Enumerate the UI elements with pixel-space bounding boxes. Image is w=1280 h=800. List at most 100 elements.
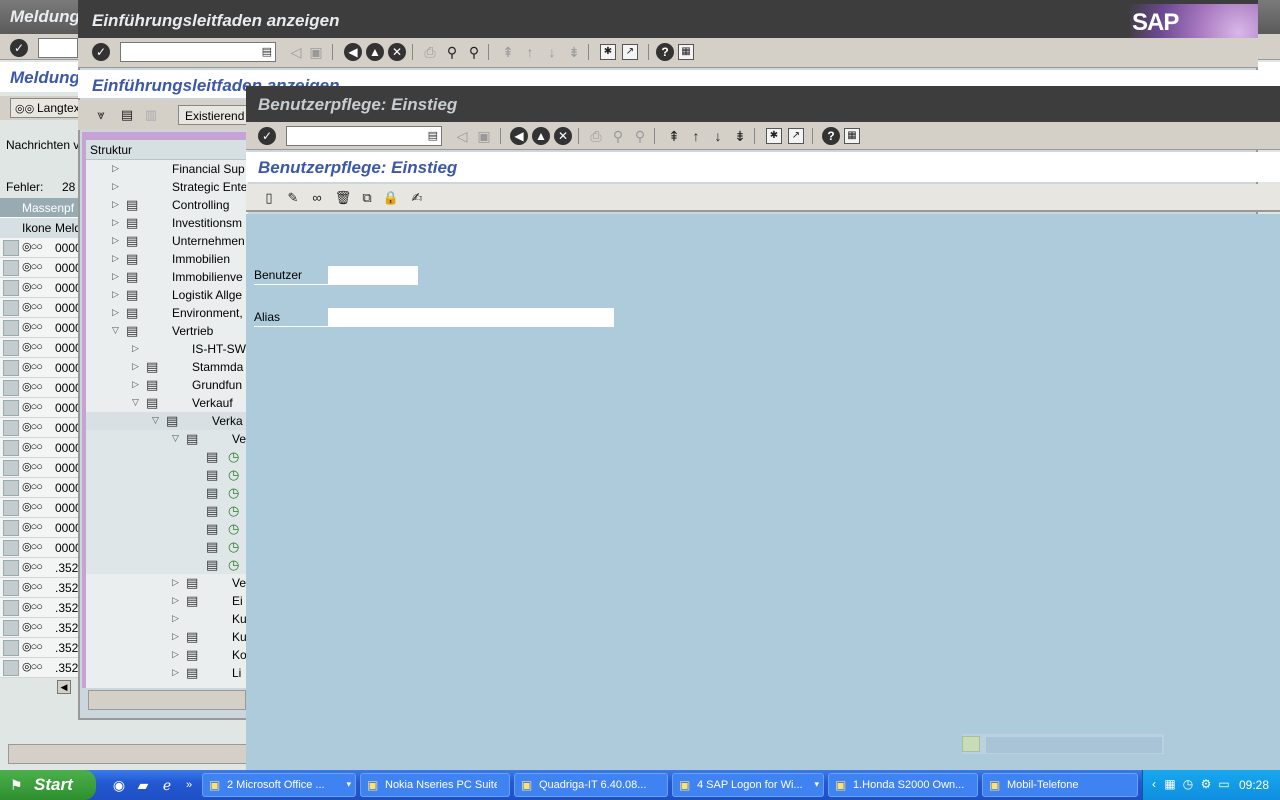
table-row[interactable]: ◎○○ .352: [0, 658, 80, 678]
shortcut-icon[interactable]: ↗: [622, 44, 638, 60]
help-icon[interactable]: ?: [822, 127, 840, 145]
document-icon[interactable]: ▤: [126, 269, 142, 285]
tree-node[interactable]: ▷ ▤ Controlling: [86, 196, 248, 214]
lock-icon[interactable]: 🔒: [382, 189, 400, 207]
collapsed-triangle-icon[interactable]: ▷: [112, 217, 119, 228]
taskbar-task[interactable]: ▣ Quadriga-IT 6.40.08...: [514, 773, 668, 797]
collapsed-triangle-icon[interactable]: ▷: [112, 181, 119, 192]
command-field[interactable]: ▤: [286, 126, 442, 146]
tree-node[interactable]: ▤ ◷: [86, 538, 248, 556]
find-next-icon[interactable]: ⚲: [464, 42, 484, 62]
row-selector[interactable]: [3, 380, 19, 396]
row-selector[interactable]: [3, 460, 19, 476]
expanded-triangle-icon[interactable]: ▽: [172, 433, 179, 444]
layout-menu-icon[interactable]: ▦: [678, 44, 694, 60]
taskbar-task[interactable]: ▣ 2 Microsoft Office ... ▾: [202, 773, 356, 797]
tree-node[interactable]: ▷ ▤ Ei: [86, 592, 248, 610]
back-icon[interactable]: ◀: [510, 127, 528, 145]
document-icon[interactable]: ▤: [186, 647, 202, 663]
last-page-icon[interactable]: ⇟: [730, 126, 750, 146]
document-icon[interactable]: ▤: [118, 106, 136, 124]
tree-node[interactable]: ▷ Ku: [86, 610, 248, 628]
command-field[interactable]: ▤: [120, 42, 276, 62]
collapsed-triangle-icon[interactable]: ▷: [132, 343, 139, 354]
exit-icon[interactable]: ▲: [532, 127, 550, 145]
document-icon[interactable]: ▤: [126, 305, 142, 321]
collapsed-triangle-icon[interactable]: ▷: [172, 649, 179, 660]
tree-node[interactable]: ▷ ▤ Ko: [86, 646, 248, 664]
tree-node[interactable]: ▷ ▤ Immobilienve: [86, 268, 248, 286]
clock-check-icon[interactable]: ◷: [228, 449, 239, 465]
tree-node[interactable]: ▷ ▤ Logistik Allge: [86, 286, 248, 304]
enter-icon[interactable]: ✓: [10, 39, 28, 57]
table-row[interactable]: ◎○○ .352: [0, 558, 80, 578]
table-row[interactable]: ◎○○ 0000: [0, 438, 82, 458]
dropdown-icon[interactable]: ▤: [428, 129, 438, 142]
tree-node[interactable]: ▷ ▤ Stammda: [86, 358, 248, 376]
table-row[interactable]: ◎○○ 0000: [0, 398, 82, 418]
document-icon[interactable]: ▤: [126, 233, 142, 249]
quicklaunch-browser-icon[interactable]: ℯ: [158, 776, 176, 794]
document-icon[interactable]: ▤: [206, 521, 222, 537]
row-selector[interactable]: [3, 300, 19, 316]
row-selector[interactable]: [3, 620, 19, 636]
create-icon[interactable]: ▯: [260, 189, 278, 207]
langtext-button[interactable]: ◎◎ Langtex: [10, 98, 87, 118]
copy-icon[interactable]: ⧉: [358, 189, 376, 207]
collapsed-triangle-icon[interactable]: ▷: [112, 199, 119, 210]
collapsed-triangle-icon[interactable]: ▷: [112, 289, 119, 300]
document-icon[interactable]: ▤: [206, 539, 222, 555]
taskbar-task[interactable]: ▣ Nokia Nseries PC Suite: [360, 773, 510, 797]
row-selector[interactable]: [3, 640, 19, 656]
row-selector[interactable]: [3, 320, 19, 336]
row-selector[interactable]: [3, 540, 19, 556]
cancel-icon[interactable]: ✕: [388, 43, 406, 61]
expanded-triangle-icon[interactable]: ▽: [132, 397, 139, 408]
table-row[interactable]: ◎○○ 0000: [0, 238, 82, 258]
clock-check-icon[interactable]: ◷: [228, 557, 239, 573]
row-selector[interactable]: [3, 520, 19, 536]
help-icon[interactable]: ?: [656, 43, 674, 61]
collapsed-triangle-icon[interactable]: ▷: [112, 235, 119, 246]
document-icon[interactable]: ▤: [186, 629, 202, 645]
row-selector[interactable]: [3, 660, 19, 676]
create-session-icon[interactable]: ✱: [600, 44, 616, 60]
back-icon[interactable]: ◀: [344, 43, 362, 61]
taskbar-task[interactable]: ▣ 4 SAP Logon for Wi... ▾: [672, 773, 824, 797]
tree-node[interactable]: ▽ ▤ Verkauf: [86, 394, 248, 412]
command-field[interactable]: [38, 38, 78, 58]
row-selector[interactable]: [3, 440, 19, 456]
cancel-icon[interactable]: ✕: [554, 127, 572, 145]
table-row[interactable]: ◎○○ 0000: [0, 338, 82, 358]
collapsed-triangle-icon[interactable]: ▷: [172, 613, 179, 624]
row-selector[interactable]: [3, 580, 19, 596]
table-row[interactable]: ◎○○ 0000: [0, 278, 82, 298]
tree-node[interactable]: ▽ ▤ Vertrieb: [86, 322, 248, 340]
existierend-button[interactable]: Existierend: [178, 105, 252, 125]
collapsed-triangle-icon[interactable]: ▷: [112, 271, 119, 282]
tray-arrow-icon[interactable]: ‹: [1147, 777, 1161, 791]
tree-node[interactable]: ▷ ▤ Unternehmen: [86, 232, 248, 250]
table-row[interactable]: ◎○○ 0000: [0, 318, 82, 338]
document-icon[interactable]: ▤: [186, 593, 202, 609]
tree-node[interactable]: ▤ ◷: [86, 520, 248, 538]
find-icon[interactable]: ⚲: [442, 42, 462, 62]
window-titlebar[interactable]: Benutzerpflege: Einstieg: [246, 86, 1280, 122]
clock[interactable]: 09:28: [1239, 778, 1269, 792]
table-row[interactable]: ◎○○ .352: [0, 618, 80, 638]
table-row[interactable]: ◎○○ 0000: [0, 418, 82, 438]
table-row[interactable]: ◎○○ 0000: [0, 358, 82, 378]
document-icon[interactable]: ▤: [126, 251, 142, 267]
tree-node[interactable]: ▷ ▤ Li: [86, 664, 248, 682]
first-page-icon[interactable]: ⇞: [664, 126, 684, 146]
clock-check-icon[interactable]: ◷: [228, 521, 239, 537]
horizontal-scrollbar[interactable]: [88, 690, 246, 710]
window-titlebar[interactable]: Einführungsleitfaden anzeigen: [78, 0, 1258, 38]
document-icon[interactable]: ▤: [186, 665, 202, 681]
tree-node[interactable]: ▽ ▤ Ve: [86, 430, 248, 448]
clock-check-icon[interactable]: ◷: [228, 467, 239, 483]
tree-node[interactable]: ▷ Financial Sup: [86, 160, 248, 178]
tray-display-icon[interactable]: ▭: [1217, 777, 1231, 791]
tree-node[interactable]: ▷ ▤ Ve: [86, 574, 248, 592]
tree-node[interactable]: ▷ ▤ Immobilien: [86, 250, 248, 268]
